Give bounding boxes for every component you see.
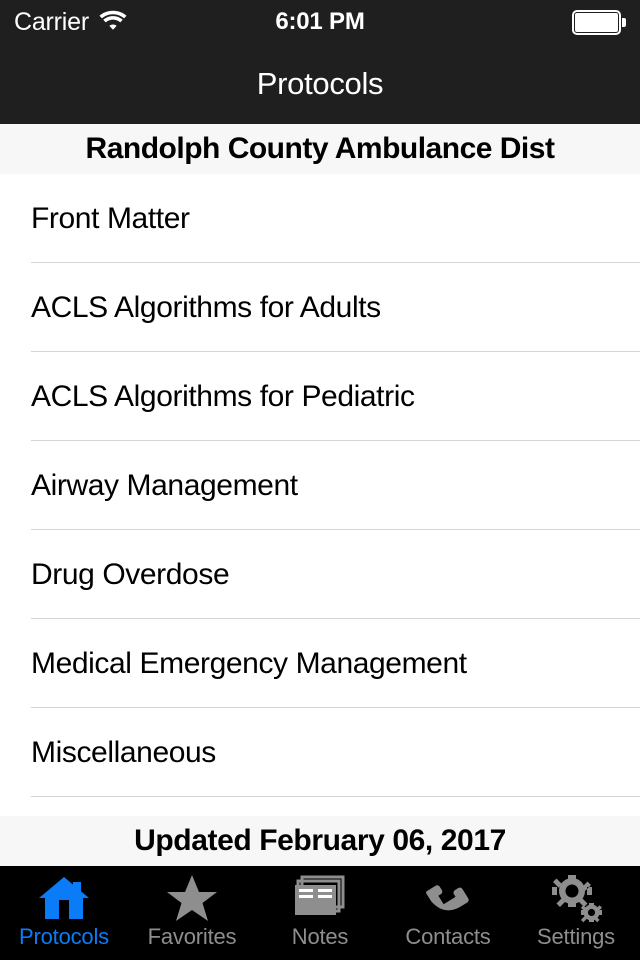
tab-settings-label: Settings bbox=[537, 924, 615, 949]
battery-full-icon bbox=[572, 9, 626, 35]
tab-protocols[interactable]: Protocols bbox=[0, 866, 128, 960]
app-screen: Carrier 6:01 PM Protocols Randolph Count… bbox=[0, 0, 640, 960]
star-icon bbox=[166, 873, 218, 923]
page-title: Protocols bbox=[256, 66, 384, 101]
section-header: Randolph County Ambulance Dist bbox=[0, 124, 640, 174]
list-item[interactable]: Airway Management bbox=[0, 441, 640, 530]
list-item[interactable]: ACLS Algorithms for Pediatric bbox=[0, 352, 640, 441]
list-item[interactable]: Miscellaneous bbox=[0, 708, 640, 797]
status-bar-left: Carrier bbox=[14, 8, 128, 37]
list-item-label: Front Matter bbox=[31, 201, 190, 235]
updated-label: Updated February 06, 2017 bbox=[134, 824, 506, 857]
list-item-label: Medical Emergency Management bbox=[31, 646, 467, 680]
tab-settings[interactable]: Settings bbox=[512, 866, 640, 960]
list-item-label: Miscellaneous bbox=[31, 735, 216, 769]
tab-bar: Protocols Favorites Notes Contacts Setti… bbox=[0, 866, 640, 960]
list-item[interactable]: ACLS Algorithms for Adults bbox=[0, 263, 640, 352]
updated-footer: Updated February 06, 2017 bbox=[0, 816, 640, 866]
list-item[interactable]: Drug Overdose bbox=[0, 530, 640, 619]
pages-icon bbox=[293, 873, 347, 923]
tab-contacts-label: Contacts bbox=[405, 924, 491, 949]
status-bar: Carrier 6:01 PM bbox=[0, 0, 640, 44]
tab-favorites[interactable]: Favorites bbox=[128, 866, 256, 960]
navigation-bar: Protocols bbox=[0, 44, 640, 124]
tab-notes[interactable]: Notes bbox=[256, 866, 384, 960]
tab-notes-label: Notes bbox=[291, 924, 349, 949]
tab-protocols-label: Protocols bbox=[19, 924, 109, 949]
wifi-icon bbox=[98, 9, 128, 36]
row-separator bbox=[31, 796, 640, 797]
list-item[interactable]: Front Matter bbox=[0, 174, 640, 263]
tab-contacts[interactable]: Contacts bbox=[384, 866, 512, 960]
list-item-label: Drug Overdose bbox=[31, 557, 230, 591]
phone-icon bbox=[421, 873, 475, 923]
protocol-list: Front Matter ACLS Algorithms for Adults … bbox=[0, 174, 640, 816]
section-header-label: Randolph County Ambulance Dist bbox=[85, 132, 555, 165]
carrier-label: Carrier bbox=[14, 7, 89, 36]
tab-favorites-label: Favorites bbox=[147, 924, 237, 949]
list-item[interactable]: Medical Emergency Management bbox=[0, 619, 640, 708]
list-item-label: ACLS Algorithms for Adults bbox=[31, 290, 381, 324]
home-icon bbox=[37, 873, 91, 923]
status-bar-right bbox=[572, 9, 626, 35]
list-item-label: Airway Management bbox=[31, 468, 298, 502]
list-item-label: ACLS Algorithms for Pediatric bbox=[31, 379, 415, 413]
gears-icon bbox=[548, 873, 604, 923]
